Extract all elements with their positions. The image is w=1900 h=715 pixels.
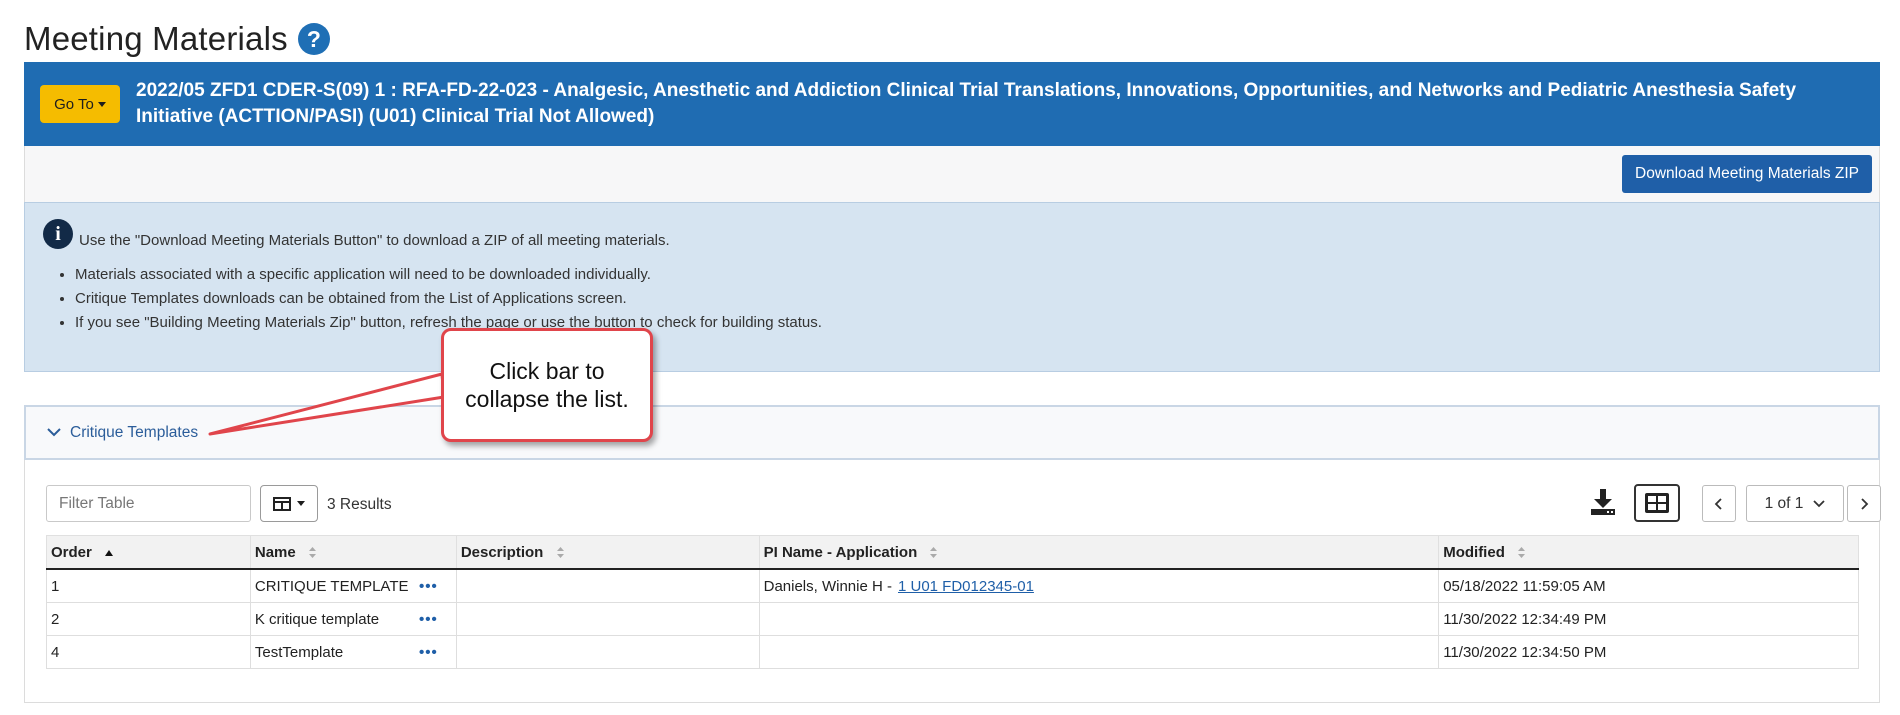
template-name: K critique template (254, 610, 380, 628)
chevron-down-icon (1813, 499, 1826, 507)
sort-icon (308, 547, 316, 559)
previous-page-button[interactable] (1702, 485, 1736, 522)
column-chooser-button[interactable] (260, 485, 318, 522)
template-name: CRITIQUE TEMPLATE (254, 577, 409, 595)
table-header-row: Order Name Description PI Name - Applica… (46, 535, 1859, 570)
results-count: 3 Results (327, 496, 392, 513)
caret-down-icon (297, 501, 305, 506)
column-header-name[interactable]: Name (249, 535, 457, 570)
pi-name-cell: Daniels, Winnie H - 1 U01 FD012345-01 (758, 568, 1440, 603)
column-header-order[interactable]: Order (46, 535, 251, 570)
column-label: Description (460, 543, 544, 561)
column-header-description[interactable]: Description (455, 535, 760, 570)
filter-table-input[interactable] (46, 485, 251, 522)
grid-view-toggle[interactable] (1634, 484, 1680, 522)
description-cell (455, 635, 760, 669)
sort-icon (1518, 547, 1526, 559)
order-cell: 4 (46, 635, 251, 669)
column-header-modified[interactable]: Modified (1438, 535, 1859, 570)
sort-icon (556, 547, 564, 559)
column-label: PI Name - Application (763, 543, 918, 561)
download-meeting-materials-zip-button[interactable]: Download Meeting Materials ZIP (1622, 155, 1872, 193)
table-columns-icon (273, 496, 291, 511)
table-row: 2 K critique template ••• 11/30/2022 12:3… (46, 602, 1859, 636)
sort-icon (930, 547, 938, 559)
critique-templates-table: Order Name Description PI Name - Applica… (46, 535, 1859, 669)
pi-name-cell (758, 602, 1440, 636)
application-link[interactable]: 1 U01 FD012345-01 (898, 578, 1034, 595)
table-row: 1 CRITIQUE TEMPLATE ••• Daniels, Winnie H… (46, 568, 1859, 603)
name-cell: CRITIQUE TEMPLATE ••• (249, 568, 457, 603)
column-label: Modified (1443, 543, 1505, 561)
chevron-right-icon (1861, 497, 1869, 510)
name-cell: TestTemplate ••• (249, 635, 457, 669)
table-row: 4 TestTemplate ••• 11/30/2022 12:34:50 PM (46, 635, 1859, 669)
order-cell: 2 (46, 602, 251, 636)
pi-name: Daniels, Winnie H - (763, 577, 892, 595)
template-name: TestTemplate (254, 643, 344, 661)
description-cell (455, 568, 760, 603)
order-cell: 1 (46, 568, 251, 603)
grid-icon (1645, 493, 1669, 513)
name-cell: K critique template ••• (249, 602, 457, 636)
pi-name-cell (758, 635, 1440, 669)
chevron-left-icon (1714, 497, 1722, 510)
page-select[interactable]: 1 of 1 (1746, 485, 1844, 522)
modified-cell: 11/30/2022 12:34:49 PM (1438, 602, 1859, 636)
description-cell (455, 602, 760, 636)
column-header-pi-name[interactable]: PI Name - Application (758, 535, 1440, 570)
modified-cell: 05/18/2022 11:59:05 AM (1438, 568, 1859, 603)
next-page-button[interactable] (1847, 485, 1881, 522)
row-actions-menu[interactable]: ••• (419, 644, 438, 661)
column-label: Name (254, 543, 296, 561)
callout-annotation: Click bar to collapse the list. (441, 328, 653, 442)
critique-templates-panel: 3 Results 1 of 1 (24, 460, 1881, 703)
modified-cell: 11/30/2022 12:34:50 PM (1438, 635, 1859, 669)
column-label: Order (51, 543, 92, 561)
download-icon[interactable] (1588, 487, 1618, 517)
row-actions-menu[interactable]: ••• (419, 578, 438, 595)
row-actions-menu[interactable]: ••• (419, 611, 438, 628)
sort-ascending-icon (105, 549, 114, 556)
page-indicator: 1 of 1 (1764, 494, 1804, 512)
